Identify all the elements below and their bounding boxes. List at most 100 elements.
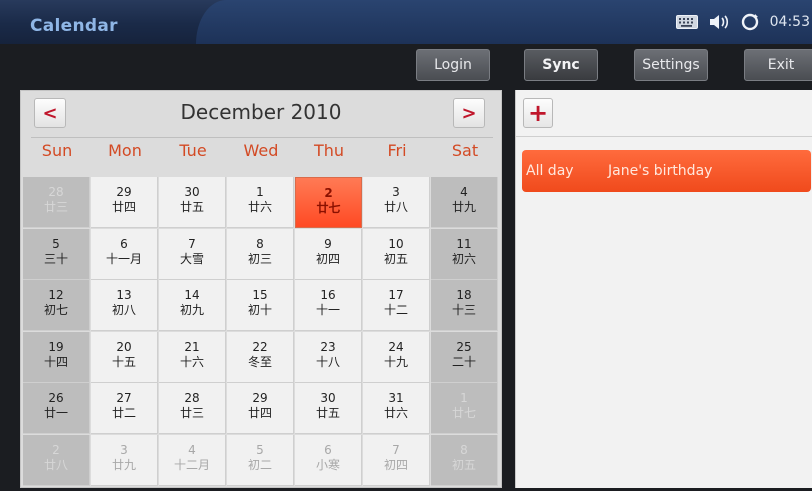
day-cell[interactable]: 26 廿一 — [23, 383, 90, 435]
day-cell[interactable]: 8 初五 — [431, 435, 498, 486]
lunar-date: 廿七 — [451, 406, 476, 421]
day-cell[interactable]: 24 十九 — [363, 331, 430, 383]
day-cell[interactable]: 31 廿六 — [363, 383, 430, 435]
previous-month-button[interactable]: < — [34, 98, 66, 128]
toolbar: Login Sync Settings Exit — [0, 44, 812, 90]
lunar-date: 十四 — [43, 354, 68, 369]
lunar-date: 廿一 — [43, 406, 68, 421]
day-cell[interactable]: 18 十三 — [431, 280, 498, 332]
day-number: 6 — [120, 236, 128, 251]
day-number: 19 — [48, 339, 64, 354]
event-title: Jane's birthday — [608, 163, 713, 179]
day-cell[interactable]: 7 初四 — [363, 435, 430, 486]
day-cell[interactable]: 1 廿七 — [431, 383, 498, 435]
day-cell[interactable]: 8 初三 — [227, 228, 294, 280]
lunar-date: 十二月 — [173, 458, 210, 472]
day-number: 1 — [256, 185, 264, 199]
day-cell[interactable]: 17 十二 — [363, 280, 430, 332]
day-number: 24 — [388, 339, 404, 354]
day-number: 8 — [460, 443, 468, 457]
weekday-label: Fri — [387, 141, 407, 160]
day-cell[interactable]: 1 廿六 — [227, 177, 294, 228]
add-event-button[interactable]: + — [523, 98, 553, 128]
day-cell[interactable]: 28 廿三 — [23, 177, 90, 228]
day-cell[interactable]: 25 二十 — [431, 331, 498, 383]
day-cell[interactable]: 29 廿四 — [91, 177, 158, 228]
day-cell[interactable]: 14 初九 — [159, 280, 226, 332]
day-cell[interactable]: 13 初八 — [91, 280, 158, 332]
day-cell[interactable]: 10 初五 — [363, 228, 430, 280]
calendar-panel: < December 2010 > Sun Mon Tue Wed Thu Fri Sat … — [20, 90, 502, 488]
next-month-button[interactable]: > — [453, 98, 485, 128]
day-number: 2 — [324, 186, 333, 200]
header-divider — [31, 137, 493, 138]
day-cell[interactable]: 3 廿八 — [363, 177, 430, 228]
day-cell[interactable]: 28 廿三 — [159, 383, 226, 435]
day-cell[interactable]: 21 十六 — [159, 331, 226, 383]
lunar-date: 廿三 — [179, 406, 204, 421]
day-number: 6 — [324, 443, 332, 457]
lunar-date: 初五 — [383, 251, 408, 266]
day-cell[interactable]: 5 初二 — [227, 435, 294, 486]
day-cell[interactable]: 7 大雪 — [159, 228, 226, 280]
keyboard-icon[interactable] — [675, 15, 698, 29]
weekday-label: Wed — [243, 141, 279, 160]
day-cell[interactable]: 6 十一月 — [91, 228, 158, 280]
month-grid: 28 廿三 29 廿四 30 廿五 1 廿六 2 廿七 3 廿八 4 廿九 5 三十 6 十一月 7 大雪 8 初三 9 初四… — [23, 177, 499, 487]
day-number: 5 — [256, 443, 264, 457]
day-cell[interactable]: 12 初七 — [23, 280, 90, 332]
login-button[interactable]: Login — [416, 49, 490, 81]
day-cell[interactable]: 22 冬至 — [227, 331, 294, 383]
day-number: 29 — [116, 185, 132, 199]
day-cell[interactable]: 2 廿八 — [23, 435, 90, 486]
day-cell[interactable]: 27 廿二 — [91, 383, 158, 435]
day-cell[interactable]: 30 廿五 — [159, 177, 226, 228]
day-cell[interactable]: 4 十二月 — [159, 435, 226, 486]
lunar-date: 十一月 — [105, 251, 142, 266]
day-cell[interactable]: 16 十一 — [295, 280, 362, 332]
day-cell[interactable]: 4 廿九 — [431, 177, 498, 228]
lunar-date: 廿九 — [111, 458, 136, 472]
day-number: 5 — [52, 236, 60, 251]
day-number: 17 — [388, 288, 404, 303]
day-cell[interactable]: 11 初六 — [431, 228, 498, 280]
day-number: 1 — [460, 391, 468, 406]
lunar-date: 十六 — [179, 354, 204, 369]
lunar-date: 廿三 — [43, 200, 68, 214]
day-number: 18 — [456, 288, 472, 303]
day-number: 10 — [388, 236, 404, 251]
day-cell[interactable]: 2 廿七 — [295, 177, 362, 228]
event-item[interactable]: All day Jane's birthday — [522, 150, 811, 192]
lunar-date: 廿九 — [451, 200, 476, 214]
status-area: 04:53 — [675, 9, 812, 35]
day-number: 14 — [184, 288, 200, 303]
day-cell[interactable]: 5 三十 — [23, 228, 90, 280]
sync-status-icon[interactable] — [740, 12, 760, 32]
lunar-date: 十一 — [315, 303, 340, 318]
day-number: 12 — [48, 288, 64, 303]
day-number: 2 — [52, 443, 60, 457]
lunar-date: 小寒 — [315, 458, 340, 472]
day-cell[interactable]: 9 初四 — [295, 228, 362, 280]
day-cell[interactable]: 19 十四 — [23, 331, 90, 383]
day-number: 13 — [116, 288, 132, 303]
lunar-date: 初二 — [247, 458, 272, 472]
day-cell[interactable]: 29 廿四 — [227, 383, 294, 435]
month-title: December 2010 — [180, 100, 342, 124]
day-cell[interactable]: 15 初十 — [227, 280, 294, 332]
day-number: 3 — [120, 443, 128, 457]
calendar-header: < December 2010 > — [21, 91, 501, 135]
lunar-date: 廿八 — [383, 200, 408, 214]
day-cell[interactable]: 23 十八 — [295, 331, 362, 383]
day-cell[interactable]: 3 廿九 — [91, 435, 158, 486]
volume-icon[interactable] — [708, 13, 730, 31]
day-cell[interactable]: 20 十五 — [91, 331, 158, 383]
settings-button[interactable]: Settings — [634, 49, 708, 81]
day-number: 25 — [456, 339, 472, 354]
sync-button[interactable]: Sync — [524, 49, 598, 81]
exit-button[interactable]: Exit — [744, 49, 812, 81]
day-cell[interactable]: 6 小寒 — [295, 435, 362, 486]
day-cell[interactable]: 30 廿五 — [295, 383, 362, 435]
lunar-date: 廿八 — [43, 458, 68, 472]
day-number: 22 — [252, 339, 268, 354]
